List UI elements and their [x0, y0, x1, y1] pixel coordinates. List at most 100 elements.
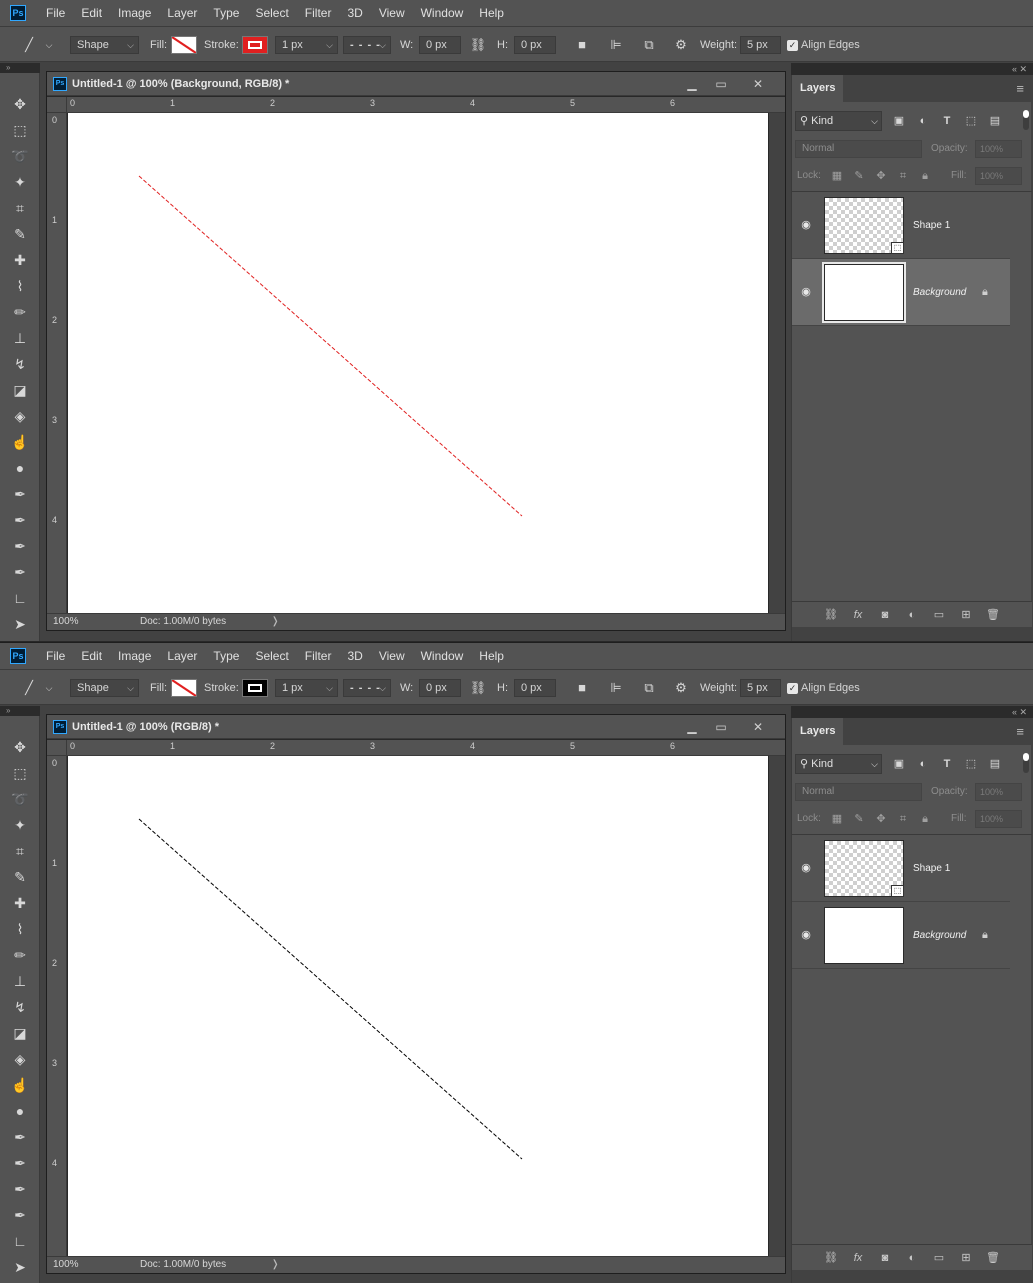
- menu-select[interactable]: Select: [247, 643, 296, 669]
- zoom-level[interactable]: 100%: [53, 614, 123, 630]
- kind-filter-select[interactable]: ⚲ Kind ⌵: [795, 111, 882, 131]
- opacity-field[interactable]: 100%: [975, 140, 1022, 158]
- menu-layer[interactable]: Layer: [159, 0, 205, 26]
- sponge-tool-icon[interactable]: ●: [9, 1100, 31, 1122]
- eraser-tool-icon[interactable]: ◪: [9, 1022, 31, 1044]
- horizontal-ruler[interactable]: 0 1 2 3 4 5 6: [67, 97, 785, 113]
- tool-mode-select[interactable]: Shape ⌵: [70, 679, 139, 697]
- width-field[interactable]: 0 px: [419, 36, 461, 54]
- menu-filter[interactable]: Filter: [297, 0, 340, 26]
- hamburger-menu-icon[interactable]: ≡: [1016, 718, 1024, 745]
- panel-collapse-bar[interactable]: « ✕: [791, 63, 1033, 75]
- eye-icon[interactable]: ◉: [799, 285, 813, 299]
- hamburger-menu-icon[interactable]: ≡: [1016, 75, 1024, 102]
- layer-row-background[interactable]: ◉ Background 🔒︎: [792, 259, 1010, 326]
- lock-transparent-icon[interactable]: ▦: [829, 810, 845, 828]
- document-tab[interactable]: Ps Untitled-1 @ 100% (Background, RGB/8)…: [47, 72, 785, 96]
- trash-icon[interactable]: 🗑︎: [984, 606, 1002, 624]
- pen-tool-icon[interactable]: ✒: [9, 483, 31, 505]
- link-icon[interactable]: ⛓: [469, 36, 487, 54]
- stroke-type-select[interactable]: - - - - ⌵: [343, 679, 391, 697]
- width-field[interactable]: 0 px: [419, 679, 461, 697]
- crop-tool-icon[interactable]: ⌗: [9, 840, 31, 862]
- spot-healing-tool-icon[interactable]: ✚: [9, 249, 31, 271]
- crop-tool-icon[interactable]: ⌗: [9, 197, 31, 219]
- marquee-tool-icon[interactable]: ⬚: [9, 762, 31, 784]
- menu-file[interactable]: File: [38, 643, 73, 669]
- line-angle-icon[interactable]: ∟: [9, 587, 31, 609]
- tab-layers[interactable]: Layers: [792, 75, 844, 102]
- stroke-width-field[interactable]: 1 px ⌵: [275, 679, 338, 697]
- brush-icon[interactable]: ✏: [9, 301, 31, 323]
- history-brush-tool-icon[interactable]: ↯: [9, 996, 31, 1018]
- lock-transparent-icon[interactable]: ▦: [829, 167, 845, 185]
- new-layer-icon[interactable]: ⊞: [957, 1249, 975, 1267]
- gear-icon[interactable]: ⚙: [672, 679, 690, 697]
- close-icon[interactable]: ✕: [749, 75, 767, 93]
- menu-type[interactable]: Type: [205, 0, 247, 26]
- fill-swatch[interactable]: [171, 36, 197, 54]
- menu-select[interactable]: Select: [247, 0, 296, 26]
- path-selection-tool-icon[interactable]: ➤: [9, 613, 31, 635]
- pixel-filter-icon[interactable]: ▣: [890, 111, 908, 131]
- layer-row-background[interactable]: ◉ Background 🔒︎: [792, 902, 1010, 969]
- link-icon[interactable]: ⛓: [469, 679, 487, 697]
- magic-wand-tool-icon[interactable]: ✦: [9, 171, 31, 193]
- weight-field[interactable]: 5 px: [740, 679, 781, 697]
- magic-wand-tool-icon[interactable]: ✦: [9, 814, 31, 836]
- filter-toggle[interactable]: [1023, 110, 1029, 130]
- preset-chevron-down-icon[interactable]: ⌵: [40, 36, 58, 54]
- lasso-tool-icon[interactable]: ➰: [9, 788, 31, 810]
- panel-collapse-bar[interactable]: « ✕: [791, 706, 1033, 718]
- lock-artboard-icon[interactable]: ⌗: [895, 810, 911, 828]
- path-operations-icon[interactable]: ■: [573, 36, 591, 54]
- clone-stamp-tool-icon[interactable]: ⊥: [9, 970, 31, 992]
- shape-filter-icon[interactable]: ⬚: [962, 111, 980, 131]
- maximize-icon[interactable]: ▭: [712, 75, 730, 93]
- trash-icon[interactable]: 🗑︎: [984, 1249, 1002, 1267]
- folder-icon[interactable]: ▭: [930, 1249, 948, 1267]
- layer-name[interactable]: Shape 1: [913, 192, 950, 259]
- fx-icon[interactable]: fx: [849, 1249, 867, 1267]
- menu-file[interactable]: File: [38, 0, 73, 26]
- menu-help[interactable]: Help: [471, 643, 512, 669]
- vertical-ruler[interactable]: 0 1 2 3 4: [47, 113, 67, 613]
- menu-view[interactable]: View: [371, 0, 413, 26]
- layer-name[interactable]: Background: [913, 902, 966, 969]
- blend-mode-select[interactable]: Normal: [795, 140, 922, 158]
- type-filter-icon[interactable]: T: [938, 754, 956, 774]
- path-alignment-icon[interactable]: ⊫: [607, 36, 625, 54]
- adjustment-filter-icon[interactable]: ◐: [914, 754, 932, 774]
- move-tool-icon[interactable]: ✥: [9, 736, 31, 758]
- gear-icon[interactable]: ⚙: [672, 36, 690, 54]
- freeform-pen-tool-icon[interactable]: ✒: [9, 509, 31, 531]
- lock-position-icon[interactable]: ✥: [873, 167, 889, 185]
- maximize-icon[interactable]: ▭: [712, 718, 730, 736]
- tool-mode-select[interactable]: Shape ⌵: [70, 36, 139, 54]
- opacity-field[interactable]: 100%: [975, 783, 1022, 801]
- smudge-tool-icon[interactable]: ☝: [9, 1074, 31, 1096]
- tools-collapse-bar[interactable]: »: [0, 63, 40, 73]
- smudge-tool-icon[interactable]: ☝: [9, 431, 31, 453]
- lasso-tool-icon[interactable]: ➰: [9, 145, 31, 167]
- history-brush-tool-icon[interactable]: ↯: [9, 353, 31, 375]
- stroke-type-select[interactable]: - - - - ⌵: [343, 36, 391, 54]
- menu-3d[interactable]: 3D: [339, 0, 370, 26]
- paint-bucket-tool-icon[interactable]: ◈: [9, 405, 31, 427]
- stroke-swatch[interactable]: [242, 36, 268, 54]
- document-canvas[interactable]: [68, 113, 768, 613]
- convert-point-tool-icon[interactable]: ✒: [9, 561, 31, 583]
- ruler-corner[interactable]: [47, 97, 67, 113]
- close-icon[interactable]: ✕: [749, 718, 767, 736]
- document-tab[interactable]: Ps Untitled-1 @ 100% (RGB/8) * ▁ ▭ ✕: [47, 715, 785, 739]
- ruler-corner[interactable]: [47, 740, 67, 756]
- align-edges-checkbox[interactable]: ✓: [787, 40, 798, 51]
- layer-row-shape-1[interactable]: ◉ ⬚ Shape 1: [792, 192, 1010, 259]
- fill-field[interactable]: 100%: [975, 167, 1022, 185]
- tab-layers[interactable]: Layers: [792, 718, 844, 745]
- eye-icon[interactable]: ◉: [799, 218, 813, 232]
- height-field[interactable]: 0 px: [514, 36, 556, 54]
- preset-chevron-down-icon[interactable]: ⌵: [40, 679, 58, 697]
- minimize-icon[interactable]: ▁: [683, 718, 701, 736]
- spot-healing-tool-icon[interactable]: ✚: [9, 892, 31, 914]
